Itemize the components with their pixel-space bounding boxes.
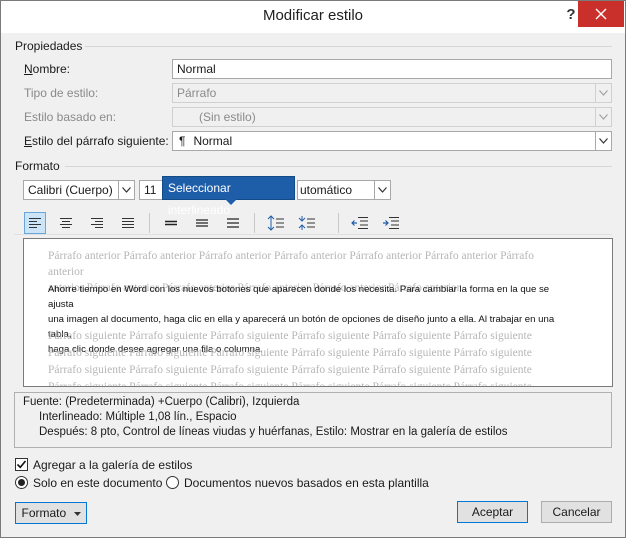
modify-style-dialog: Modificar estilo ? Propiedades Nombre: N… <box>0 0 626 538</box>
font-color-value: utomático <box>300 183 353 197</box>
accept-button[interactable]: Aceptar <box>457 501 528 523</box>
increase-spacing-button[interactable] <box>265 212 287 234</box>
new-documents-radio[interactable] <box>166 476 179 489</box>
caret-down-icon <box>73 511 81 516</box>
align-center-icon <box>60 218 72 228</box>
toolbar-divider <box>149 213 150 233</box>
format-divider <box>65 166 612 167</box>
checkmark-icon <box>16 460 27 469</box>
preview-next-line: Párrafo siguiente Párrafo siguiente Párr… <box>48 330 532 342</box>
based-on-value: (Sin estilo) <box>199 110 256 124</box>
close-icon <box>595 8 607 20</box>
increase-indent-icon <box>383 217 399 229</box>
align-right-button[interactable] <box>86 212 108 234</box>
next-style-label: Estilo del párrafo siguiente: <box>24 134 169 148</box>
description-font: Fuente: (Predeterminada) +Cuerpo (Calibr… <box>23 396 300 408</box>
single-spacing-button[interactable] <box>160 212 182 234</box>
increase-indent-button[interactable] <box>380 212 402 234</box>
format-section-label: Formato <box>15 159 60 173</box>
title-bar: Modificar estilo ? <box>1 1 625 33</box>
one-half-spacing-button[interactable] <box>191 212 213 234</box>
preview-sample-line: Ahorre tiempo en Word con los nuevos bot… <box>48 284 550 310</box>
toolbar-divider <box>254 213 255 233</box>
align-left-icon <box>29 218 41 228</box>
name-input[interactable]: Normal <box>172 59 612 79</box>
style-type-value: Párrafo <box>177 86 217 100</box>
justify-icon <box>122 218 134 228</box>
style-type-label: Tipo de estilo: <box>24 86 99 100</box>
style-type-select: Párrafo <box>172 83 612 103</box>
chevron-down-icon <box>595 108 611 126</box>
style-description: Fuente: (Predeterminada) +Cuerpo (Calibr… <box>14 392 612 448</box>
based-on-label: Estilo basado en: <box>24 110 117 124</box>
font-size-select[interactable]: 11 <box>139 180 163 200</box>
next-style-select[interactable]: ¶ Normal <box>172 131 612 151</box>
one-half-spacing-icon <box>196 219 208 227</box>
spacing-increase-icon <box>267 215 284 231</box>
spacing-decrease-icon <box>298 216 315 230</box>
based-on-select: (Sin estilo) <box>172 107 612 127</box>
line-spacing-tooltip: Seleccionar interlineado <box>162 176 295 217</box>
justify-button[interactable] <box>117 212 139 234</box>
decrease-indent-button[interactable] <box>349 212 371 234</box>
preview-next-line: Párrafo siguiente Párrafo siguiente Párr… <box>48 364 532 376</box>
close-button[interactable] <box>578 1 624 27</box>
properties-divider <box>85 46 612 47</box>
add-to-gallery-label[interactable]: Agregar a la galería de estilos <box>33 458 192 472</box>
font-value: Calibri (Cuerpo) <box>28 183 113 197</box>
single-spacing-icon <box>165 220 177 226</box>
align-center-button[interactable] <box>55 212 77 234</box>
only-this-document-radio[interactable] <box>15 476 28 489</box>
properties-section-label: Propiedades <box>15 39 83 53</box>
chevron-down-icon[interactable] <box>595 132 611 150</box>
description-spacing: Interlineado: Múltiple 1,08 lín., Espaci… <box>39 411 237 423</box>
format-menu-button[interactable]: Formato <box>15 502 87 524</box>
align-right-icon <box>91 218 103 228</box>
font-select[interactable]: Calibri (Cuerpo) <box>23 180 135 200</box>
decrease-spacing-button[interactable] <box>296 212 318 234</box>
radio-selected-dot <box>18 479 25 486</box>
style-preview: Párrafo anterior Párrafo anterior Párraf… <box>23 238 613 387</box>
font-color-select[interactable]: utomático <box>297 180 391 200</box>
format-button-label: Formato <box>21 506 67 520</box>
description-after: Después: 8 pto, Control de líneas viudas… <box>39 426 508 438</box>
pilcrow-icon: ¶ <box>179 134 186 148</box>
toolbar-divider <box>338 213 339 233</box>
chevron-down-icon[interactable] <box>118 181 134 199</box>
only-this-document-label[interactable]: Solo en este documento <box>33 476 162 490</box>
align-left-button[interactable] <box>24 212 46 234</box>
decrease-indent-icon <box>351 217 368 229</box>
preview-previous-line: Párrafo anterior Párrafo anterior Párraf… <box>48 250 534 278</box>
add-to-gallery-checkbox[interactable] <box>15 458 28 471</box>
preview-next-line: Párrafo siguiente Párrafo siguiente Párr… <box>48 347 532 359</box>
chevron-down-icon[interactable] <box>374 181 390 199</box>
double-spacing-icon <box>227 218 239 228</box>
name-label: Nombre: <box>24 62 71 76</box>
cancel-button[interactable]: Cancelar <box>541 501 612 523</box>
font-size-value: 11 <box>144 183 157 197</box>
dialog-title: Modificar estilo <box>262 7 364 24</box>
next-style-value: Normal <box>193 134 233 148</box>
preview-next-paragraph: Párrafo siguiente Párrafo siguiente Párr… <box>48 328 568 387</box>
preview-next-line: Párrafo siguiente Párrafo siguiente Párr… <box>48 381 532 387</box>
toolbar-bottom-divider <box>14 234 612 235</box>
new-documents-label[interactable]: Documentos nuevos basados en esta planti… <box>184 476 429 490</box>
chevron-down-icon <box>595 84 611 102</box>
double-spacing-button[interactable] <box>222 212 244 234</box>
